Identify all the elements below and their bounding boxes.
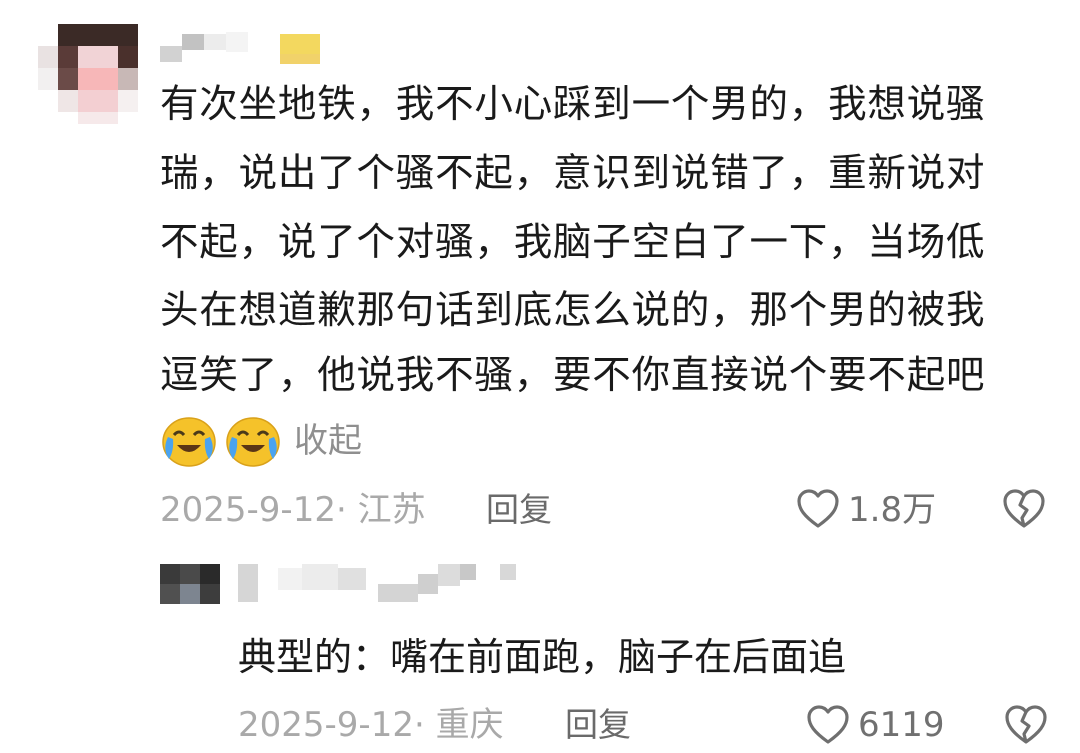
reply-username-redacted[interactable]	[238, 564, 528, 606]
crying-laughing-emoji-icon	[162, 417, 216, 467]
comment-text-line-1: 有次坐地铁，我不小心踩到一个男的，我想说骚	[160, 82, 986, 127]
like-count: 1.8万	[848, 490, 937, 530]
reply-meta: 2025-9-12· 重庆	[238, 705, 504, 745]
comment-location: 江苏	[357, 490, 426, 530]
comment-text-line-2: 瑞，说出了个骚不起，意识到说错了，重新说对	[160, 151, 986, 196]
reply-date: 2025-9-12	[238, 705, 414, 745]
reply-like-count: 6119	[858, 705, 945, 745]
heart-icon[interactable]	[796, 488, 840, 530]
avatar[interactable]	[38, 24, 138, 124]
reply-location: 重庆	[435, 705, 504, 745]
heart-icon[interactable]	[806, 704, 850, 746]
reply-avatar[interactable]	[160, 564, 220, 604]
comment-meta: 2025-9-12· 江苏	[160, 490, 426, 530]
comment-text-line-4: 头在想道歉那句话到底怎么说的，那个男的被我	[160, 288, 986, 333]
dislike-heart-broken-icon[interactable]	[1004, 704, 1048, 746]
dislike-heart-broken-icon[interactable]	[1002, 488, 1046, 530]
collapse-button[interactable]: 收起	[294, 424, 362, 458]
comment-date: 2025-9-12	[160, 490, 336, 530]
reply-text: 典型的：嘴在前面跑，脑子在后面追	[238, 635, 847, 679]
comment-text-line-3: 不起，说了个对骚，我脑子空白了一下，当场低	[160, 220, 986, 265]
comment-text-line-5: 逗笑了，他说我不骚，要不你直接说个要不起吧	[160, 353, 986, 398]
reply-button[interactable]: 回复	[486, 493, 552, 527]
crying-laughing-emoji-icon	[226, 417, 280, 467]
reply-reply-button[interactable]: 回复	[565, 708, 631, 742]
username-redacted[interactable]	[160, 24, 320, 66]
